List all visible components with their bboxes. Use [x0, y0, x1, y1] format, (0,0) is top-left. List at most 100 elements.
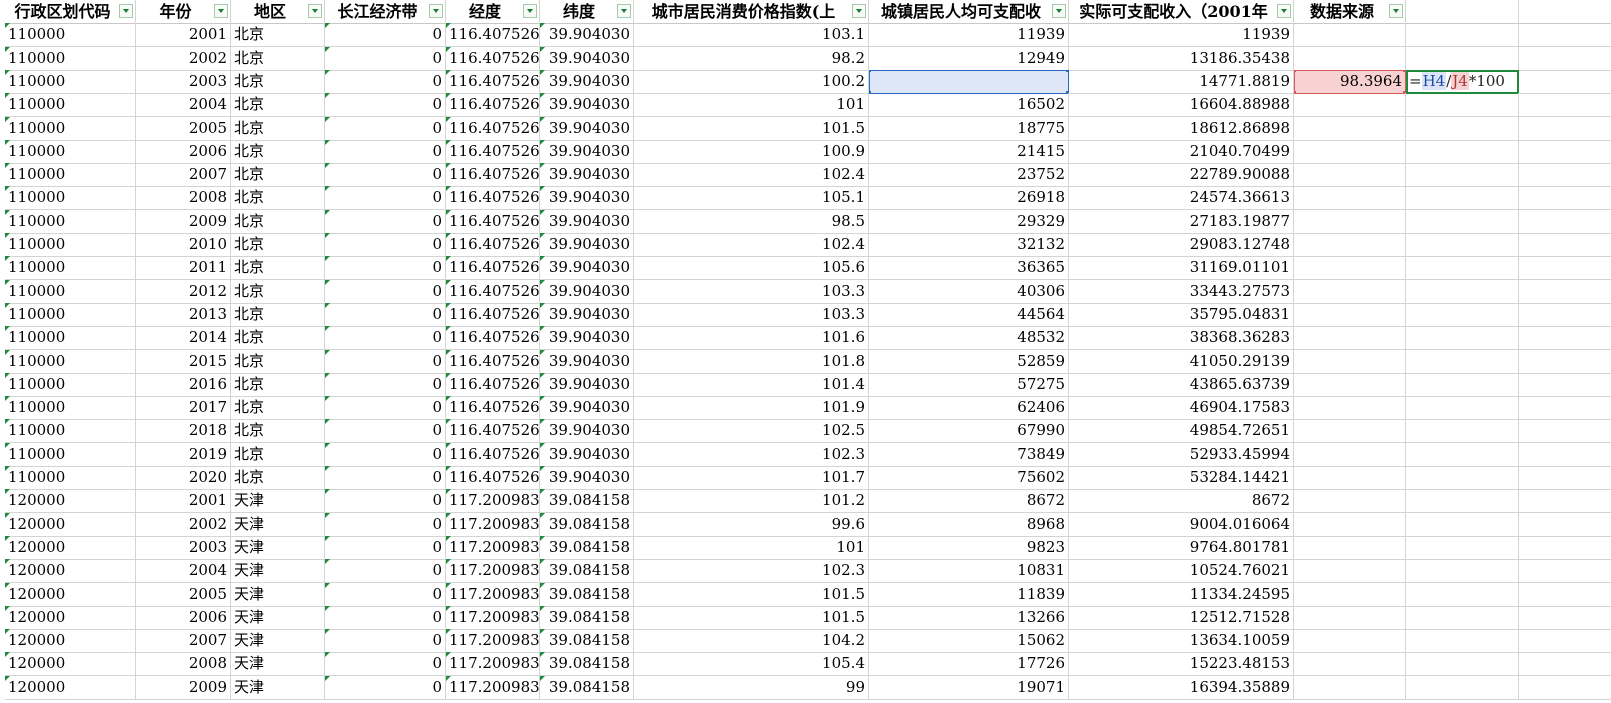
cell-year[interactable]: 2019	[136, 442, 231, 467]
cell-empty[interactable]	[1294, 535, 1406, 560]
cell-income[interactable]: 75602	[869, 466, 1069, 490]
cell-yangtze[interactable]: 0	[325, 326, 446, 351]
cell-code[interactable]: 110000	[5, 466, 136, 490]
cell-latitude[interactable]: 39.084158	[540, 559, 634, 584]
cell-cpi[interactable]: 101.4	[634, 372, 869, 397]
cell-empty[interactable]	[1294, 396, 1406, 421]
cell-latitude[interactable]: 39.904030	[540, 279, 634, 304]
cell-longitude[interactable]: 116.407526	[446, 163, 540, 188]
cell-empty[interactable]	[1406, 279, 1519, 304]
cell-latitude[interactable]: 39.904030	[540, 419, 634, 444]
cell-longitude[interactable]: 116.407526	[446, 419, 540, 444]
cell-cpi[interactable]: 101.9	[634, 396, 869, 421]
cell-latitude[interactable]: 39.904030	[540, 372, 634, 397]
cell-code[interactable]: 110000	[5, 279, 136, 304]
cell-latitude[interactable]: 39.084158	[540, 675, 634, 700]
cell-cpi[interactable]: 101.6	[634, 326, 869, 351]
cell-yangtze[interactable]: 0	[325, 605, 446, 630]
cell-real-income[interactable]: 53284.14421	[1069, 466, 1294, 490]
cell-cpi[interactable]: 101.5	[634, 582, 869, 607]
cell-longitude[interactable]: 116.407526	[446, 233, 540, 257]
cell-real-income[interactable]: 13186.35438	[1069, 46, 1294, 71]
cell-longitude[interactable]: 117.200983	[446, 489, 540, 514]
cell-empty[interactable]	[1406, 209, 1519, 234]
cell-latitude[interactable]: 39.084158	[540, 652, 634, 677]
cell-code[interactable]: 110000	[5, 186, 136, 211]
cell-cpi[interactable]: 101.5	[634, 116, 869, 141]
cell-real-income[interactable]: 18612.86898	[1069, 116, 1294, 141]
cell-yangtze[interactable]: 0	[325, 93, 446, 118]
header-yangtze[interactable]: 长江经济带	[325, 0, 446, 24]
cell-cpi[interactable]: 99	[634, 675, 869, 700]
cell-empty[interactable]	[1519, 326, 1611, 351]
cell-yangtze[interactable]: 0	[325, 466, 446, 490]
cell-code[interactable]: 110000	[5, 46, 136, 71]
cell-income-referenced[interactable]	[869, 69, 1069, 94]
cell-year[interactable]: 2017	[136, 396, 231, 421]
cell-empty[interactable]	[1519, 163, 1611, 188]
cell-real-income[interactable]: 11334.24595	[1069, 582, 1294, 607]
cell-latitude[interactable]: 39.904030	[540, 326, 634, 351]
cell-region[interactable]: 北京	[231, 69, 325, 94]
cell-year[interactable]: 2004	[136, 93, 231, 118]
cell-empty[interactable]	[1406, 23, 1519, 48]
cell-region[interactable]: 北京	[231, 209, 325, 234]
cell-region[interactable]: 北京	[231, 302, 325, 327]
cell-yangtze[interactable]: 0	[325, 675, 446, 700]
cell-year[interactable]: 2018	[136, 419, 231, 444]
cell-region[interactable]: 北京	[231, 372, 325, 397]
cell-cpi[interactable]: 99.6	[634, 512, 869, 537]
cell-region[interactable]: 天津	[231, 535, 325, 560]
cell-real-income[interactable]: 15223.48153	[1069, 652, 1294, 677]
cell-empty[interactable]	[1519, 210, 1611, 234]
filter-dropdown-icon[interactable]	[119, 4, 133, 18]
cell-income[interactable]: 17726	[869, 652, 1069, 677]
cell-income[interactable]: 13266	[869, 605, 1069, 630]
cell-income[interactable]: 18775	[869, 116, 1069, 141]
cell-yangtze[interactable]: 0	[325, 396, 446, 421]
cell-yangtze[interactable]: 0	[325, 489, 446, 514]
cell-cpi[interactable]: 105.4	[634, 652, 869, 677]
cell-yangtze[interactable]: 0	[325, 279, 446, 304]
cell-empty[interactable]	[1406, 233, 1519, 257]
cell-income[interactable]: 36365	[869, 256, 1069, 281]
cell-empty[interactable]	[1294, 93, 1406, 118]
cell-latitude[interactable]: 39.084158	[540, 582, 634, 607]
cell-empty[interactable]	[1406, 116, 1519, 141]
cell-empty[interactable]	[1294, 489, 1406, 514]
cell-yangtze[interactable]: 0	[325, 46, 446, 71]
cell-income[interactable]: 9823	[869, 535, 1069, 560]
cell-income[interactable]: 19071	[869, 675, 1069, 700]
cell-empty[interactable]	[1519, 70, 1611, 94]
cell-latitude[interactable]: 39.084158	[540, 535, 634, 560]
cell-empty[interactable]	[1519, 140, 1611, 164]
cell-longitude[interactable]: 116.407526	[446, 302, 540, 327]
cell-empty[interactable]	[1519, 280, 1611, 304]
cell-longitude[interactable]: 116.407526	[446, 442, 540, 467]
cell-empty[interactable]	[1406, 372, 1519, 397]
cell-region[interactable]: 北京	[231, 419, 325, 444]
cell-empty[interactable]	[1406, 302, 1519, 327]
cell-longitude[interactable]: 116.407526	[446, 372, 540, 397]
cell-longitude[interactable]: 116.407526	[446, 349, 540, 374]
cell-latitude[interactable]: 39.904030	[540, 396, 634, 421]
header-income[interactable]: 城镇居民人均可支配收	[869, 0, 1069, 24]
cell-code[interactable]: 110000	[5, 116, 136, 141]
cell-empty[interactable]	[1406, 46, 1519, 71]
header-latitude[interactable]: 纬度	[540, 0, 634, 24]
cell-cpi[interactable]: 98.2	[634, 46, 869, 71]
cell-empty[interactable]	[1294, 46, 1406, 71]
filter-dropdown-icon[interactable]	[214, 4, 228, 18]
cell-longitude[interactable]: 116.407526	[446, 46, 540, 71]
cell-cpi[interactable]: 101	[634, 535, 869, 560]
cell-yangtze[interactable]: 0	[325, 69, 446, 94]
cell-empty[interactable]	[1406, 326, 1519, 351]
cell-region[interactable]: 天津	[231, 605, 325, 630]
cell-empty[interactable]	[1406, 559, 1519, 584]
cell-region[interactable]: 北京	[231, 116, 325, 141]
cell-empty[interactable]	[1406, 652, 1519, 677]
cell-latitude[interactable]: 39.904030	[540, 46, 634, 71]
cell-longitude[interactable]: 116.407526	[446, 326, 540, 351]
cell-cpi[interactable]: 102.4	[634, 163, 869, 188]
cell-code[interactable]: 110000	[5, 233, 136, 257]
